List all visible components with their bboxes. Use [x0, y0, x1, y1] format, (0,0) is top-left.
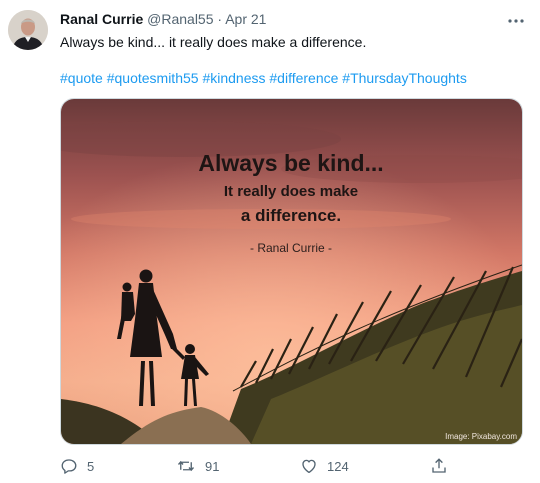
like-icon [302, 459, 316, 474]
reply-count: 5 [87, 458, 95, 474]
action-bar: 5 91 124 [0, 452, 540, 480]
retweet-count: 91 [205, 458, 220, 474]
author-handle[interactable]: @Ranal55 [147, 11, 213, 27]
like-button[interactable]: 124 [300, 452, 349, 480]
more-icon[interactable] [505, 14, 527, 26]
author-name[interactable]: Ranal Currie [60, 11, 143, 27]
tweet: Ranal Currie @Ranal55 · Apr 21 Always be… [0, 0, 540, 483]
hashtag-link[interactable]: #ThursdayThoughts [342, 70, 467, 86]
retweet-icon [177, 460, 195, 472]
share-icon [432, 458, 446, 473]
hashtag-link[interactable]: #difference [269, 70, 338, 86]
image-credit: Image: Pixabay.com [445, 432, 517, 441]
reply-icon [61, 459, 77, 474]
avatar-image [8, 10, 48, 50]
image-attribution: - Ranal Currie - [250, 241, 332, 255]
sunset-photo: Always be kind... It really does make a … [61, 99, 522, 444]
image-line-3: a difference. [241, 206, 341, 225]
image-line-2: It really does make [224, 183, 358, 200]
tweet-header: Ranal Currie @Ranal55 · Apr 21 [60, 10, 266, 28]
hashtag-link[interactable]: #quote [60, 70, 103, 86]
avatar[interactable] [8, 10, 48, 50]
tweet-date[interactable]: Apr 21 [225, 11, 266, 27]
like-count: 124 [327, 458, 349, 474]
hashtag-link[interactable]: #kindness [202, 70, 265, 86]
tweet-text: Always be kind... it really does make a … [60, 34, 367, 50]
image-headline: Always be kind... [198, 150, 383, 176]
separator: · [217, 11, 223, 27]
hashtag-list: #quote #quotesmith55 #kindness #differen… [60, 69, 467, 87]
hashtag-link[interactable]: #quotesmith55 [107, 70, 199, 86]
retweet-button[interactable]: 91 [176, 452, 219, 480]
reply-button[interactable]: 5 [60, 452, 94, 480]
tweet-image[interactable]: Always be kind... It really does make a … [60, 98, 523, 445]
share-button[interactable] [430, 452, 457, 480]
